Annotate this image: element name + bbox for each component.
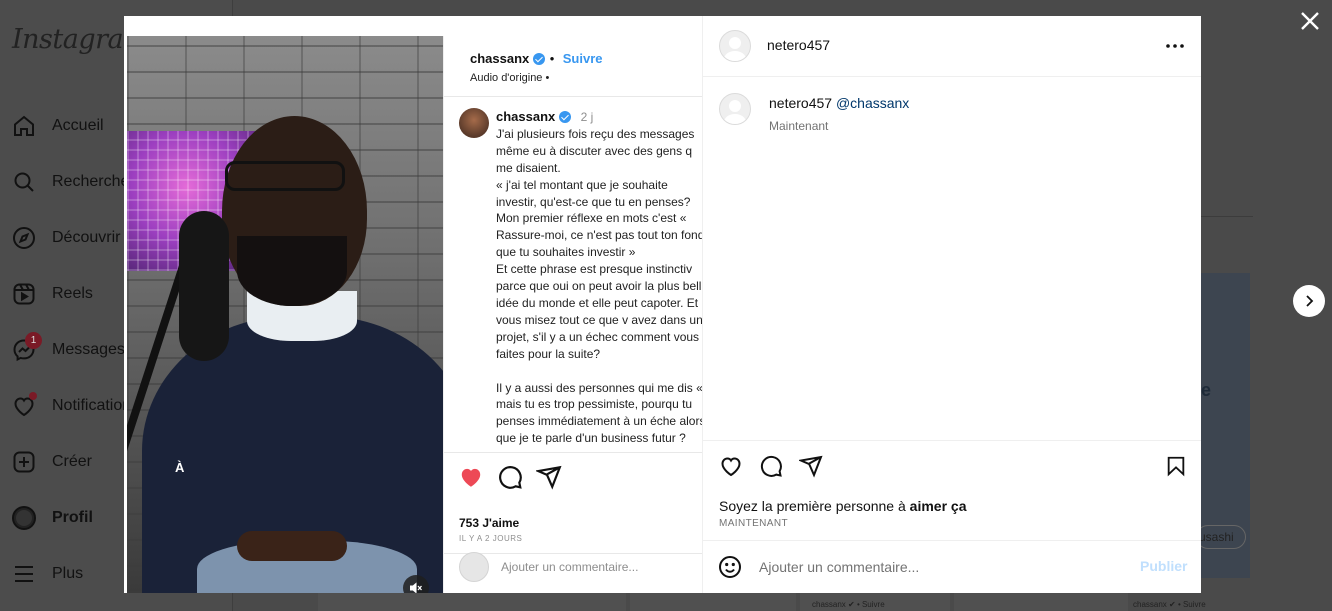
background-thumb-text: chassanx ✔ • Suivre <box>812 600 885 609</box>
embedded-comment-avatar <box>459 552 489 582</box>
avatar[interactable] <box>719 30 751 62</box>
background-thumb <box>630 593 796 611</box>
sidebar-item-label: Reels <box>52 285 93 302</box>
person-glasses <box>225 161 345 191</box>
post-author-username[interactable]: netero457 <box>767 37 830 53</box>
comment-time: Maintenant <box>769 119 829 133</box>
menu-icon <box>12 562 36 586</box>
chevron-right-icon <box>1306 295 1314 307</box>
like-button[interactable] <box>718 453 744 479</box>
background-thumb-text: chassanx ✔ • Suivre <box>1133 600 1206 609</box>
emoji-icon <box>719 556 741 578</box>
sidebar-item-label: Accueil <box>52 117 104 134</box>
divider <box>444 96 702 97</box>
sidebar-item-label: Découvrir <box>52 229 121 246</box>
background-thumb <box>318 593 626 611</box>
publish-button[interactable]: Publier <box>1140 558 1187 574</box>
post-date: MAINTENANT <box>719 518 788 529</box>
more-options-button[interactable] <box>1163 34 1187 58</box>
likes-prefix: Soyez la première personne à <box>719 498 910 514</box>
close-icon <box>1301 12 1319 30</box>
embedded-avatar <box>459 108 489 138</box>
person-hands <box>237 531 347 561</box>
post-actions: Soyez la première personne à aimer ça MA… <box>703 440 1201 540</box>
microphone <box>179 211 229 361</box>
heart-icon <box>12 392 37 418</box>
speaker-muted-icon <box>410 582 422 593</box>
sidebar-item-label: Plus <box>52 565 84 582</box>
plus-square-icon <box>12 450 36 474</box>
home-icon <box>12 114 36 138</box>
dot-separator: • <box>549 51 555 66</box>
comment-username[interactable]: netero457 <box>769 95 832 111</box>
notification-dot <box>29 392 37 400</box>
embedded-likes: 753 J'aime <box>459 516 520 530</box>
add-comment-bar: Publier <box>703 540 1201 593</box>
more-horizontal-icon <box>1166 44 1184 48</box>
reels-icon <box>12 282 36 306</box>
heart-icon <box>721 457 741 477</box>
verified-badge-icon <box>559 111 572 124</box>
background-pill: usashi <box>1196 525 1246 549</box>
post-modal: À chassanx • Suivre Audio d'origine • ch… <box>124 16 1201 593</box>
embedded-post-screenshot: chassanx • Suivre Audio d'origine • chas… <box>443 36 702 593</box>
video-caption: À <box>175 460 185 475</box>
sidebar-item-label: Profil <box>52 509 93 526</box>
person-beard <box>237 236 347 306</box>
heart-filled-icon <box>461 468 481 487</box>
sidebar-item-label: Recherche <box>52 173 130 190</box>
sidebar-item-label: Créer <box>52 453 93 470</box>
divider <box>444 452 702 453</box>
post-header: netero457 <box>703 16 1201 77</box>
post-media[interactable]: À chassanx • Suivre Audio d'origine • ch… <box>124 16 702 593</box>
share-button[interactable] <box>798 453 824 479</box>
embedded-post-header: chassanx • Suivre Audio d'origine • <box>470 50 602 84</box>
background-divider <box>1201 216 1253 217</box>
post-side-panel: netero457 netero457 @chassanx Maintenant <box>702 16 1201 593</box>
likes-summary: Soyez la première personne à aimer ça <box>719 498 967 514</box>
embedded-actions <box>458 464 562 490</box>
like-link[interactable]: aimer ça <box>910 498 967 514</box>
post-photo: À <box>127 36 443 593</box>
comment-icon <box>499 466 522 489</box>
embedded-caption: chassanx 2 j J'ai plusieurs fois reçu de… <box>496 109 702 447</box>
comment: netero457 @chassanx <box>769 95 909 111</box>
messenger-icon: 1 <box>12 332 42 362</box>
share-icon <box>536 465 562 490</box>
save-button[interactable] <box>1163 453 1189 479</box>
embedded-username: chassanx <box>470 51 546 66</box>
embedded-caption-user: chassanx <box>496 109 572 126</box>
embedded-audio: Audio d'origine • <box>470 72 550 84</box>
close-button[interactable] <box>1297 8 1323 34</box>
embedded-caption-text: J'ai plusieurs fois reçu des messages mê… <box>496 126 702 446</box>
compass-icon <box>12 226 36 250</box>
embedded-timestamp: IL Y A 2 JOURS <box>459 534 523 543</box>
background-card-text: e <box>1201 380 1212 400</box>
embedded-follow: Suivre <box>562 51 603 66</box>
sidebar-item-label: Messages <box>52 341 125 358</box>
messages-badge: 1 <box>25 332 42 349</box>
emoji-button[interactable] <box>717 554 743 580</box>
comment-input[interactable] <box>759 553 1129 581</box>
bookmark-icon <box>1167 456 1185 477</box>
comment-avatar[interactable] <box>719 93 751 125</box>
next-post-button[interactable] <box>1293 285 1325 317</box>
profile-avatar-icon <box>12 506 36 530</box>
embedded-caption-time: 2 j <box>580 110 594 124</box>
search-icon <box>12 170 36 194</box>
verified-badge-icon <box>533 52 546 65</box>
background-thumb <box>954 593 1128 611</box>
embedded-add-comment: Ajouter un commentaire... <box>501 560 639 574</box>
comment-mention[interactable]: @chassanx <box>836 95 909 111</box>
comment-icon <box>760 455 782 477</box>
share-icon <box>799 455 823 478</box>
comment-button[interactable] <box>758 453 784 479</box>
